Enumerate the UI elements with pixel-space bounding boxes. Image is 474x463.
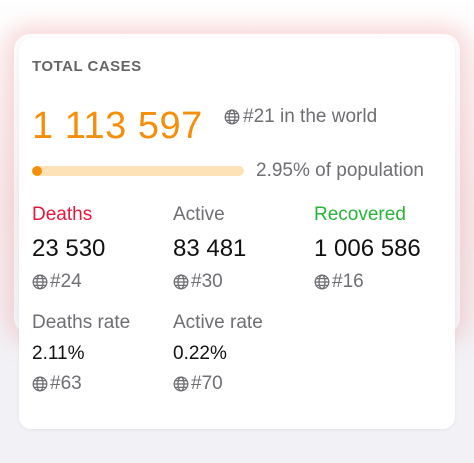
deaths-rate-label: Deaths rate xyxy=(32,312,131,333)
globe-icon xyxy=(224,109,240,125)
world-rank-text: #21 in the world xyxy=(243,106,378,127)
globe-icon xyxy=(173,376,189,392)
recovered-label: Recovered xyxy=(314,204,406,225)
deaths-rate-rank-text: #63 xyxy=(50,373,82,394)
population-percent-text: 2.95% of population xyxy=(256,160,424,181)
deaths-rank: #24 xyxy=(32,271,105,293)
population-progress-fill xyxy=(32,166,42,176)
active-rate-label: Active rate xyxy=(173,312,263,333)
globe-icon xyxy=(314,274,330,290)
globe-icon xyxy=(32,376,48,392)
deaths-rate-value: 2.11% xyxy=(32,343,85,364)
active-rate-rank: #70 xyxy=(173,373,263,395)
total-cases-value: 1 113 597 xyxy=(32,105,203,147)
recovered-value: 1 006 586 xyxy=(314,235,421,262)
stat-deaths: Deaths 23 530 #24 xyxy=(32,204,105,293)
world-rank: #21 in the world xyxy=(224,106,377,128)
deaths-label: Deaths xyxy=(32,204,93,225)
active-label: Active xyxy=(173,204,225,225)
deaths-value: 23 530 xyxy=(32,235,106,262)
deaths-rank-text: #24 xyxy=(50,271,82,292)
globe-icon xyxy=(173,274,189,290)
active-rate-rank-text: #70 xyxy=(191,373,223,394)
active-rate-value: 0.22% xyxy=(173,343,227,364)
stat-active-rate: Active rate 0.22% #70 xyxy=(173,312,263,395)
active-rank: #30 xyxy=(173,271,246,293)
stat-deaths-rate: Deaths rate 2.11% #63 xyxy=(32,312,130,395)
recovered-rank-text: #16 xyxy=(332,271,364,292)
recovered-rank: #16 xyxy=(314,271,421,293)
card-title: TOTAL CASES xyxy=(32,58,142,75)
globe-icon xyxy=(32,274,48,290)
deaths-rate-rank: #63 xyxy=(32,373,130,395)
active-value: 83 481 xyxy=(173,235,247,262)
active-rank-text: #30 xyxy=(191,271,223,292)
total-cases-card: TOTAL CASES 1 113 597 #21 in the world 2… xyxy=(19,38,455,429)
stat-recovered: Recovered 1 006 586 #16 xyxy=(314,204,421,293)
population-progress-bar xyxy=(32,166,244,176)
stat-active: Active 83 481 #30 xyxy=(173,204,246,293)
